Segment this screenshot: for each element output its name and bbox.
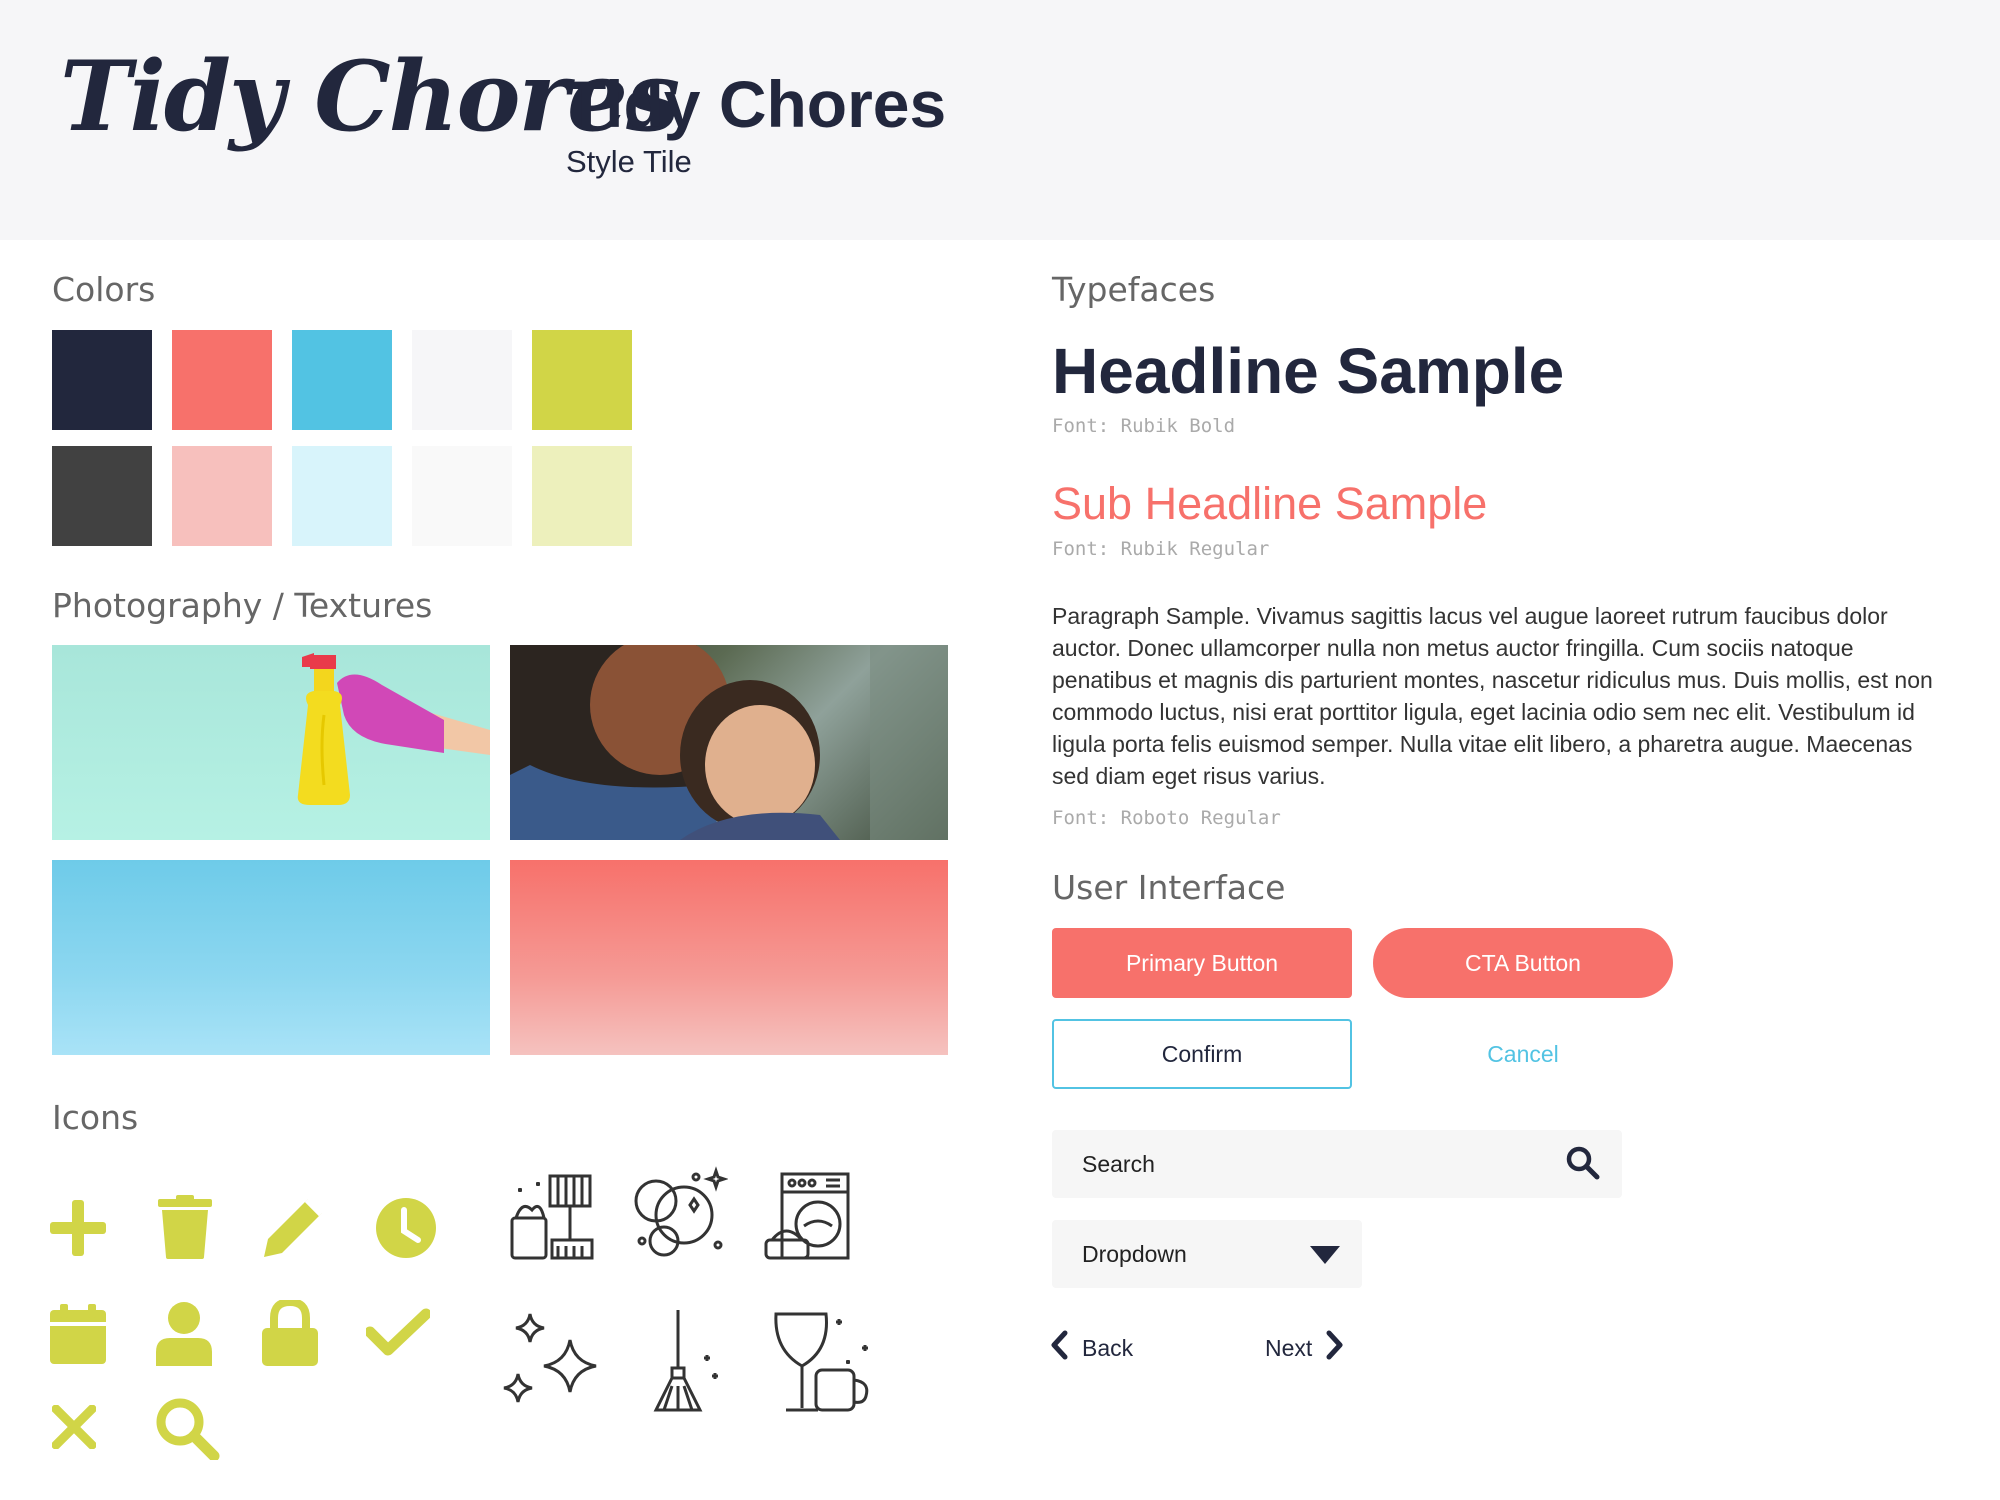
headline-sample: Headline Sample (1052, 335, 1565, 407)
color-swatch (172, 446, 272, 546)
clock-icon (376, 1198, 436, 1263)
caret-down-icon (1308, 1244, 1342, 1271)
color-swatch (532, 330, 632, 430)
page-title: Tidy Chores (566, 67, 947, 141)
plus-icon (50, 1200, 106, 1261)
texture-blue (52, 860, 490, 1055)
cleaning-supplies-icon (506, 1170, 598, 1267)
color-swatch (52, 330, 152, 430)
color-swatch (412, 446, 512, 546)
color-swatch (52, 446, 152, 546)
photo-spray-bottle (52, 645, 490, 840)
next-link[interactable]: Next (1265, 1328, 1344, 1368)
cancel-button[interactable]: Cancel (1373, 1019, 1673, 1089)
check-icon (364, 1308, 432, 1361)
back-link[interactable]: Back (1050, 1328, 1133, 1368)
color-swatch (532, 446, 632, 546)
search-field[interactable]: Search (1052, 1130, 1622, 1198)
pencil-icon (260, 1195, 326, 1266)
close-icon (51, 1404, 97, 1454)
photo-mother-child (510, 645, 948, 840)
bubbles-icon (630, 1165, 729, 1266)
glass-and-cup-icon (770, 1310, 880, 1421)
confirm-button[interactable]: Confirm (1052, 1019, 1352, 1089)
page-subtitle: Style Tile (566, 144, 692, 179)
calendar-icon (50, 1304, 106, 1369)
headline-font-note: Font: Rubik Bold (1052, 415, 1236, 437)
color-swatch (292, 330, 392, 430)
paragraph-sample: Paragraph Sample. Vivamus sagittis lacus… (1052, 603, 1933, 789)
dropdown-value: Dropdown (1082, 1241, 1187, 1267)
washing-machine-icon (762, 1170, 854, 1267)
primary-button[interactable]: Primary Button (1052, 928, 1352, 998)
trash-icon (158, 1195, 212, 1264)
color-swatch (172, 330, 272, 430)
dropdown-select[interactable]: Dropdown (1052, 1220, 1362, 1288)
ui-section-title: User Interface (1052, 868, 1286, 907)
photography-section-title: Photography / Textures (52, 586, 433, 625)
search-placeholder: Search (1082, 1151, 1155, 1177)
typefaces-section-title: Typefaces (1052, 270, 1216, 309)
cta-button[interactable]: CTA Button (1373, 928, 1673, 998)
icons-section-title: Icons (52, 1098, 139, 1137)
search-icon[interactable] (1566, 1146, 1600, 1185)
sparkles-icon (500, 1310, 610, 1419)
back-label: Back (1082, 1334, 1134, 1361)
colors-section-title: Colors (52, 270, 156, 309)
broom-icon (642, 1306, 722, 1419)
search-icon (156, 1398, 220, 1465)
header: Tidy Chores Tidy Chores Style Tile (0, 0, 2000, 240)
lock-icon (262, 1297, 318, 1371)
color-swatch (292, 446, 392, 546)
chevron-right-icon (1326, 1330, 1344, 1366)
texture-coral (510, 860, 948, 1055)
user-icon (156, 1302, 212, 1371)
color-swatch (412, 330, 512, 430)
next-label: Next (1265, 1334, 1313, 1361)
subheadline-font-note: Font: Rubik Regular (1052, 538, 1270, 560)
chevron-left-icon (1050, 1330, 1068, 1366)
paragraph-font-note: Font: Roboto Regular (1052, 807, 1281, 829)
subheadline-sample: Sub Headline Sample (1052, 478, 1488, 529)
